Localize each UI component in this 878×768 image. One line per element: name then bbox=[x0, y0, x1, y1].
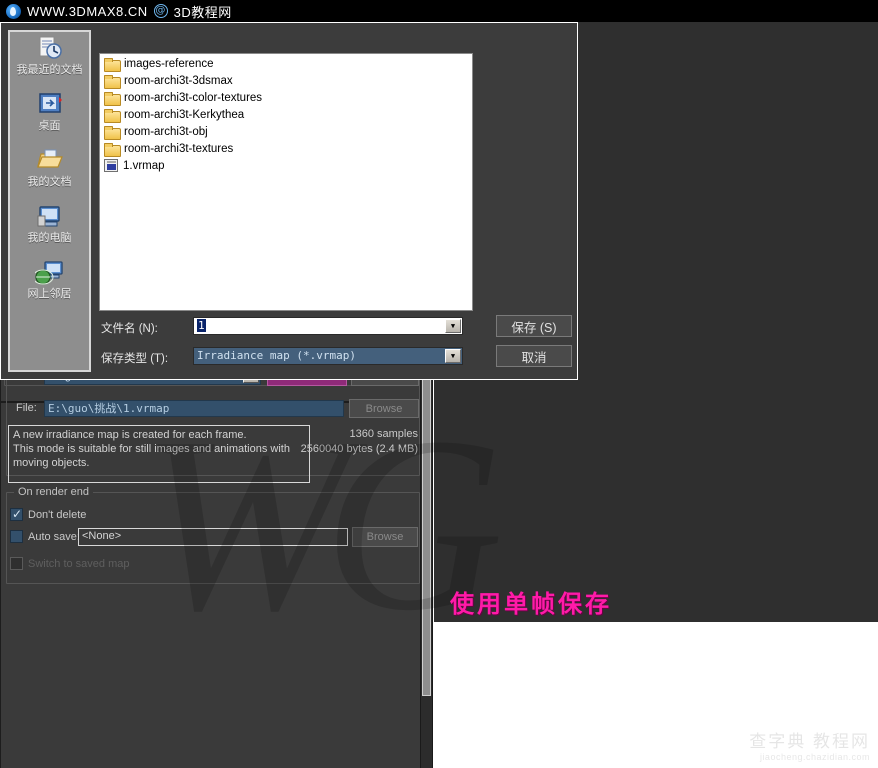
site-banner: WWW.3DMAX8.CN @ 3D教程网 bbox=[0, 0, 878, 22]
list-item[interactable]: room-archi3t-obj bbox=[100, 123, 472, 140]
im-mode-description: A new irradiance map is created for each… bbox=[8, 425, 310, 483]
watermark-site-cn: 查字典 教程网 bbox=[749, 732, 870, 751]
places-bar: 我最近的文档 桌面 我的文档 我的电脑 网上邻居 bbox=[8, 30, 91, 372]
im-file-input[interactable]: E:\guo\挑战\1.vrmap bbox=[44, 400, 344, 417]
im-auto-save-input[interactable]: <None> bbox=[78, 528, 348, 546]
annotation-text: 使用单帧保存 bbox=[450, 591, 612, 618]
filetype-combo[interactable]: Irradiance map (*.vrmap) ▼ bbox=[193, 347, 463, 365]
folder-icon bbox=[104, 74, 121, 89]
im-stats-bytes: 2560040 bytes (2.4 MB) bbox=[300, 443, 418, 455]
recent-documents-icon bbox=[35, 35, 65, 63]
folder-icon bbox=[104, 108, 121, 123]
list-item[interactable]: images-reference bbox=[100, 55, 472, 72]
filename-value: 1 bbox=[197, 319, 206, 332]
im-browse-button[interactable]: Browse bbox=[349, 399, 419, 418]
places-item-desktop[interactable]: 桌面 bbox=[10, 88, 89, 144]
banner-site-name: 3D教程网 bbox=[173, 4, 232, 20]
list-item-label: images-reference bbox=[124, 57, 214, 70]
banner-site-text: WWW.3DMAX8.CN bbox=[27, 3, 148, 19]
vrmap-file-icon bbox=[104, 159, 118, 172]
list-item[interactable]: room-archi3t-Kerkythea bbox=[100, 106, 472, 123]
folder-icon bbox=[104, 125, 121, 140]
filetype-value: Irradiance map (*.vrmap) bbox=[197, 349, 356, 362]
chevron-down-icon[interactable]: ▼ bbox=[445, 349, 461, 363]
list-item-label: room-archi3t-color-textures bbox=[124, 91, 263, 104]
list-item[interactable]: room-archi3t-3dsmax bbox=[100, 72, 472, 89]
folder-icon bbox=[104, 142, 121, 157]
places-item-computer[interactable]: 我的电脑 bbox=[10, 200, 89, 256]
chevron-down-icon[interactable]: ▼ bbox=[445, 319, 461, 333]
im-dont-delete-checkbox[interactable] bbox=[10, 506, 23, 522]
places-item-documents[interactable]: 我的文档 bbox=[10, 144, 89, 200]
places-item-network[interactable]: 网上邻居 bbox=[10, 256, 89, 312]
watermark-site-url: jiaocheng.chazidian.com bbox=[759, 752, 870, 762]
watermark-footer: 查字典 教程网 jiaocheng.chazidian.com bbox=[749, 727, 870, 762]
dialog-cancel-button[interactable]: 取消 bbox=[496, 345, 572, 367]
list-item-label: room-archi3t-Kerkythea bbox=[124, 108, 245, 121]
spiral-logo-icon bbox=[6, 3, 21, 19]
save-file-dialog: 我最近的文档 桌面 我的文档 我的电脑 网上邻居 images-referenc… bbox=[0, 22, 578, 380]
im-switch-checkbox bbox=[10, 557, 23, 570]
im-auto-save-browse-button[interactable]: Browse bbox=[352, 527, 418, 547]
im-file-label: File: bbox=[16, 402, 37, 414]
im-stats-samples: 1360 samples bbox=[349, 428, 419, 440]
places-item-label: 桌面 bbox=[38, 120, 61, 132]
filename-label: 文件名 (N): bbox=[101, 323, 158, 335]
file-list[interactable]: images-reference room-archi3t-3dsmax roo… bbox=[99, 53, 473, 311]
im-auto-save-label: Auto save: bbox=[28, 531, 80, 543]
network-places-icon bbox=[32, 259, 65, 287]
im-switch-label: Switch to saved map bbox=[28, 558, 130, 570]
im-on-render-end-title: On render end bbox=[14, 486, 93, 498]
my-computer-icon bbox=[35, 203, 65, 231]
list-item-label: room-archi3t-textures bbox=[124, 142, 234, 155]
list-item[interactable]: room-archi3t-textures bbox=[100, 140, 472, 157]
at-sign-icon: @ bbox=[153, 4, 168, 18]
list-item-label: room-archi3t-obj bbox=[124, 125, 208, 138]
im-dont-delete-label: Don't delete bbox=[28, 509, 87, 521]
dialog-save-button[interactable]: 保存 (S) bbox=[496, 315, 572, 337]
list-item[interactable]: room-archi3t-color-textures bbox=[100, 89, 472, 106]
desktop-icon bbox=[35, 91, 65, 119]
places-item-label: 我的文档 bbox=[27, 176, 72, 188]
filetype-label: 保存类型 (T): bbox=[101, 353, 169, 365]
scrollbar-thumb[interactable] bbox=[422, 366, 431, 696]
folder-icon bbox=[104, 91, 121, 106]
places-item-label: 网上邻居 bbox=[27, 288, 72, 300]
places-item-recent[interactable]: 我最近的文档 bbox=[10, 32, 89, 88]
left-panel-scrollbar[interactable] bbox=[420, 366, 433, 768]
im-auto-save-checkbox[interactable] bbox=[10, 530, 23, 543]
folder-icon bbox=[104, 57, 121, 72]
places-item-label: 我的电脑 bbox=[27, 232, 72, 244]
list-item[interactable]: 1.vrmap bbox=[100, 157, 472, 174]
filename-combo[interactable]: 1 ▼ bbox=[193, 317, 463, 335]
list-item-label: 1.vrmap bbox=[123, 159, 165, 172]
my-documents-icon bbox=[35, 147, 65, 175]
list-item-label: room-archi3t-3dsmax bbox=[124, 74, 233, 87]
irradiance-map-panel: V-Ray:: Irradiance map ent preset: Very … bbox=[0, 14, 428, 768]
places-item-label: 我最近的文档 bbox=[16, 64, 83, 76]
